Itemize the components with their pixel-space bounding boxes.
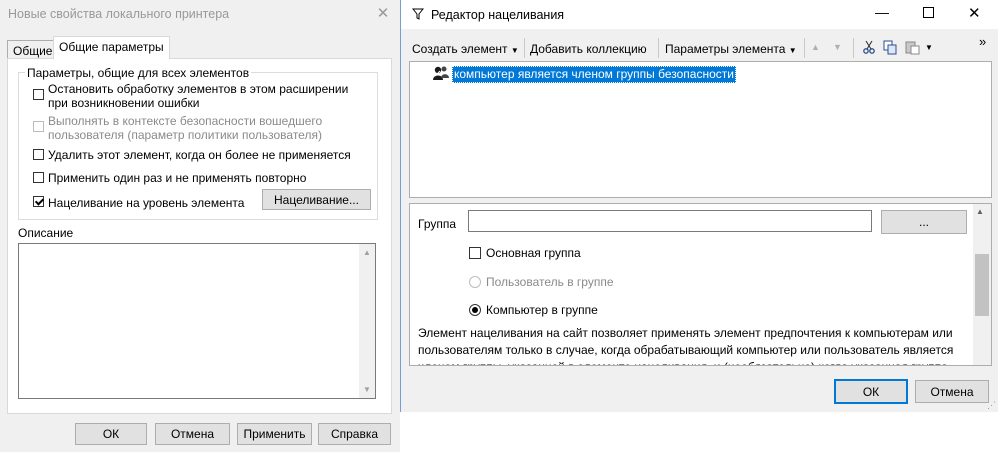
description-scrollbar[interactable]: ▲ ▼ <box>359 244 375 398</box>
minimize-icon[interactable]: — <box>875 4 889 20</box>
toolbar-overflow-icon[interactable]: » <box>979 34 986 49</box>
targeting-description: Элемент нацеливания на сайт позволяет пр… <box>418 326 954 365</box>
paste-dropdown-icon[interactable]: ▼ <box>925 43 933 52</box>
run-in-user-context-checkbox[interactable] <box>33 121 44 132</box>
scroll-up-icon[interactable]: ▲ <box>976 207 984 216</box>
run-in-user-context-label: Выполнять в контексте безопасности вошед… <box>48 114 323 142</box>
tree-item-security-group[interactable]: компьютер является членом группы безопас… <box>452 66 736 83</box>
stop-on-error-checkbox[interactable] <box>33 89 44 100</box>
item-properties-panel: Группа ... Основная группа Пользователь … <box>409 203 992 366</box>
apply-once-checkbox[interactable] <box>33 172 44 183</box>
description-textarea[interactable]: ▲ ▼ <box>18 243 376 399</box>
dialog-title: Новые свойства локального принтера <box>8 7 230 21</box>
resize-grip-icon[interactable]: ⋰ <box>987 400 996 411</box>
security-group-icon <box>433 66 449 80</box>
apply-once-label: Применить один раз и не применять повтор… <box>48 171 307 185</box>
remove-when-not-applied-label: Удалить этот элемент, когда он более не … <box>48 148 351 162</box>
targeting-editor-window: Редактор нацеливания — ✕ Создать элемент… <box>400 0 998 412</box>
browse-group-button[interactable]: ... <box>881 210 967 234</box>
cancel-button[interactable]: Отмена <box>915 380 989 403</box>
properties-scrollbar[interactable]: ▲ <box>973 204 991 365</box>
tab-common-options[interactable]: Общие параметры <box>53 36 170 59</box>
new-item-label: Создать элемент <box>412 42 508 56</box>
targeting-button[interactable]: Нацеливание... <box>262 189 371 210</box>
cut-icon[interactable] <box>862 40 876 54</box>
group-label: Группа <box>418 217 457 231</box>
move-down-icon[interactable]: ▼ <box>833 42 842 52</box>
description-label: Описание <box>18 226 74 240</box>
scroll-up-icon[interactable]: ▲ <box>363 248 371 257</box>
item-level-targeting-checkbox[interactable] <box>33 196 44 207</box>
user-in-group-radio[interactable] <box>469 276 481 288</box>
computer-in-group-label: Компьютер в группе <box>486 303 598 317</box>
stop-on-error-label: Остановить обработку элементов в этом ра… <box>48 82 349 110</box>
new-item-menu[interactable]: Создать элемент ▼ <box>412 42 519 56</box>
item-level-targeting-label: Нацеливание на уровень элемента <box>48 196 245 210</box>
help-button[interactable]: Справка <box>318 423 391 445</box>
group-title: Параметры, общие для всех элементов <box>25 66 252 80</box>
toolbar-separator <box>524 38 525 58</box>
toolbar-separator <box>804 38 805 58</box>
paste-icon[interactable] <box>905 40 920 55</box>
add-collection-button[interactable]: Добавить коллекцию <box>530 42 647 56</box>
maximize-icon[interactable] <box>923 7 934 18</box>
filter-icon <box>412 8 424 20</box>
dropdown-arrow-icon: ▼ <box>788 46 797 55</box>
computer-in-group-radio[interactable] <box>469 304 481 316</box>
toolbar-separator <box>658 38 659 58</box>
window-title: Редактор нацеливания <box>431 8 565 22</box>
remove-when-not-applied-checkbox[interactable] <box>33 149 44 160</box>
title-bar: Редактор нацеливания — ✕ <box>401 0 998 29</box>
tab-general[interactable]: Общие <box>7 40 59 58</box>
ok-button[interactable]: ОК <box>834 379 908 404</box>
user-in-group-label: Пользователь в группе <box>486 275 614 289</box>
scroll-thumb[interactable] <box>975 254 989 316</box>
targeting-tree[interactable]: компьютер является членом группы безопас… <box>409 61 992 198</box>
ok-button[interactable]: ОК <box>75 423 147 445</box>
printer-properties-dialog: Новые свойства локального принтера ✕ Общ… <box>0 0 400 452</box>
move-up-icon[interactable]: ▲ <box>811 42 820 52</box>
dropdown-arrow-icon: ▼ <box>510 46 519 55</box>
close-icon[interactable]: ✕ <box>375 4 391 22</box>
item-options-label: Параметры элемента <box>665 42 786 56</box>
primary-group-checkbox[interactable] <box>469 247 481 259</box>
toolbar-separator <box>853 38 854 58</box>
group-input[interactable] <box>468 210 872 232</box>
primary-group-label: Основная группа <box>486 246 581 260</box>
item-options-menu[interactable]: Параметры элемента ▼ <box>665 42 797 56</box>
close-icon[interactable]: ✕ <box>968 4 981 22</box>
scroll-down-icon[interactable]: ▼ <box>363 385 371 394</box>
copy-icon[interactable] <box>883 40 898 55</box>
cancel-button[interactable]: Отмена <box>155 423 230 445</box>
apply-button[interactable]: Применить <box>237 423 312 445</box>
